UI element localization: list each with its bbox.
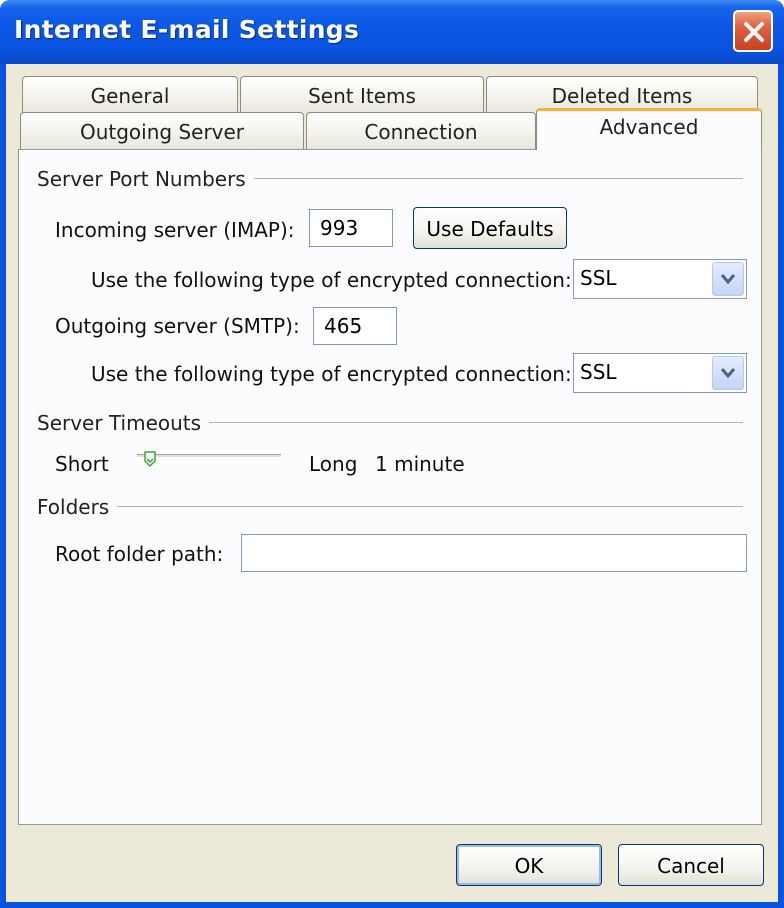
tab-label: Sent Items [308, 84, 416, 108]
root-folder-input[interactable] [241, 534, 747, 572]
root-folder-label: Root folder path: [55, 542, 224, 566]
tab-label: Deleted Items [551, 84, 693, 108]
cancel-button[interactable]: Cancel [618, 844, 764, 886]
title-bar[interactable]: Internet E-mail Settings [0, 0, 784, 64]
tab-label: Connection [364, 120, 478, 144]
timeout-short-label: Short [55, 452, 109, 476]
incoming-port-input[interactable] [309, 209, 393, 247]
ok-button[interactable]: OK [456, 844, 602, 886]
tab-panel-advanced: Server Port Numbers Incoming server (IMA… [18, 149, 762, 825]
tab-advanced[interactable]: Advanced [536, 108, 762, 150]
dropdown-button[interactable] [712, 262, 744, 296]
group-title-ports: Server Port Numbers [37, 167, 254, 191]
timeout-slider[interactable] [135, 446, 283, 470]
tab-label: Outgoing Server [79, 120, 245, 144]
tab-label: Advanced [599, 115, 699, 139]
timeout-long-label: Long [309, 452, 358, 476]
incoming-server-label: Incoming server (IMAP): [55, 218, 295, 242]
outgoing-server-label: Outgoing server (SMTP): [55, 314, 300, 338]
dialog-window: Internet E-mail Settings General Sent It… [0, 0, 784, 908]
outgoing-encryption-label: Use the following type of encrypted conn… [91, 362, 572, 386]
window-title: Internet E-mail Settings [14, 15, 360, 44]
use-defaults-button[interactable]: Use Defaults [413, 207, 567, 249]
select-value: SSL [580, 266, 617, 290]
select-value: SSL [580, 360, 617, 384]
group-separator [37, 506, 743, 507]
outgoing-port-input[interactable] [313, 307, 397, 345]
group-title-timeouts: Server Timeouts [37, 411, 210, 435]
tab-general[interactable]: General [22, 76, 238, 114]
incoming-encryption-select[interactable]: SSL [573, 259, 747, 299]
dialog-client: General Sent Items Deleted Items Outgoin… [6, 64, 778, 902]
tab-connection[interactable]: Connection [306, 112, 536, 150]
dropdown-button[interactable] [712, 356, 744, 390]
tab-label: General [90, 84, 170, 108]
group-title-folders: Folders [37, 495, 118, 519]
outgoing-encryption-select[interactable]: SSL [573, 353, 747, 393]
tab-outgoing-server[interactable]: Outgoing Server [20, 112, 304, 150]
timeout-value: 1 minute [375, 452, 465, 476]
tab-sent-items[interactable]: Sent Items [240, 76, 484, 114]
slider-track[interactable] [137, 454, 281, 458]
slider-thumb[interactable] [143, 448, 156, 468]
incoming-encryption-label: Use the following type of encrypted conn… [91, 268, 572, 292]
close-button[interactable] [733, 10, 773, 52]
